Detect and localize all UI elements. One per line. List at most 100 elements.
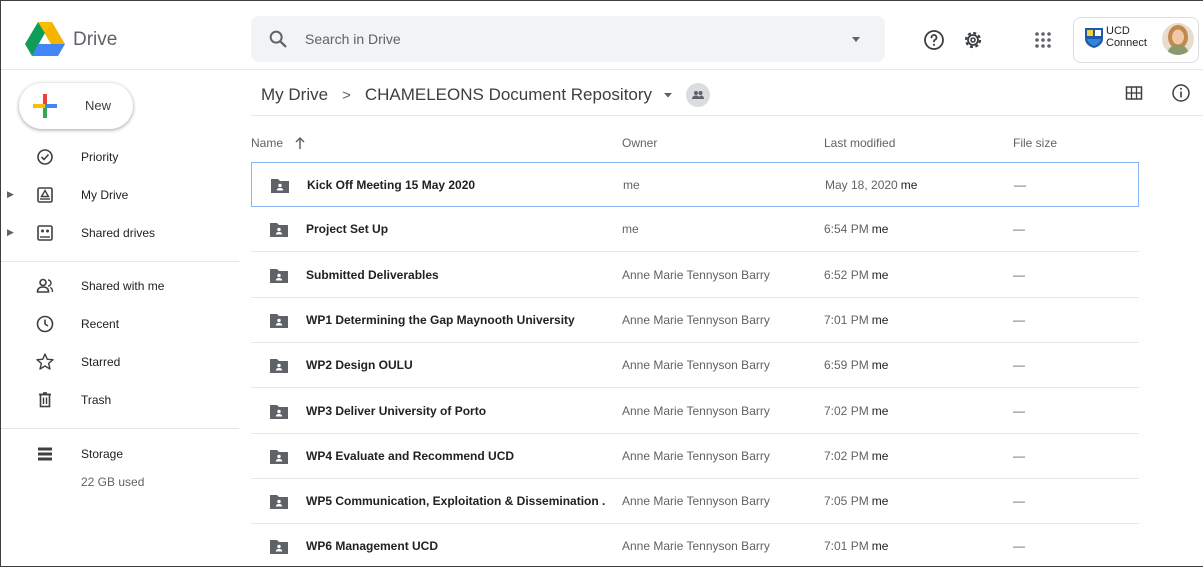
search-bar[interactable] [251,16,885,62]
shared-drives-icon [37,225,53,241]
file-size: — [1013,494,1025,508]
modified-date: 7:01 PM [824,539,869,553]
new-button[interactable]: New [19,83,133,129]
file-last-modified: 7:02 PM me [824,449,888,463]
file-owner: Anne Marie Tennyson Barry [622,404,770,418]
sort-ascending-arrow-icon[interactable] [294,136,306,150]
folder-menu-caret-icon[interactable] [662,89,674,101]
search-icon[interactable] [267,28,289,50]
column-header-name[interactable]: Name [251,136,306,150]
search-input[interactable] [305,16,825,62]
modified-by: me [871,313,889,327]
sidebar-item-storage[interactable]: Storage [1,438,241,470]
modified-by: me [871,222,889,236]
shared-folder-icon [270,359,288,373]
settings-gear-icon[interactable] [961,28,985,52]
table-row[interactable]: WP6 Management UCD Anne Marie Tennyson Ba… [251,524,1139,566]
ucd-crest-icon [1085,28,1103,48]
file-name[interactable]: WP5 Communication, Exploitation & Dissem… [306,494,606,508]
sidebar-item-recent[interactable]: Recent [1,308,241,340]
storage-used-text: 22 GB used [81,475,145,489]
apps-grid-icon[interactable] [1031,28,1055,52]
file-name[interactable]: Project Set Up [306,222,606,236]
modified-date: 7:02 PM [824,404,869,418]
file-owner: Anne Marie Tennyson Barry [622,358,770,372]
shared-folder-icon [270,450,288,464]
shared-folder-icon [270,269,288,283]
column-header-owner[interactable]: Owner [622,136,657,150]
expand-arrow-icon[interactable]: ▶ [7,227,14,238]
user-avatar[interactable] [1162,23,1194,55]
file-name[interactable]: WP3 Deliver University of Porto [306,404,606,418]
table-row[interactable]: WP2 Design OULU Anne Marie Tennyson Barry… [251,343,1139,388]
file-owner: Anne Marie Tennyson Barry [622,449,770,463]
modified-by: me [871,449,889,463]
sidebar-item-label: Priority [81,150,119,164]
modified-date: 7:02 PM [824,449,869,463]
file-name[interactable]: WP4 Evaluate and Recommend UCD [306,449,606,463]
table-row[interactable]: WP5 Communication, Exploitation & Dissem… [251,479,1139,524]
modified-by: me [900,178,918,192]
file-size: — [1013,539,1025,553]
account-switcher[interactable]: UCD Connect [1073,17,1199,63]
header-divider [1,69,1203,70]
file-size: — [1013,404,1025,418]
sidebar-item-priority[interactable]: Priority [1,141,241,173]
modified-by: me [871,494,889,508]
table-row[interactable]: WP4 Evaluate and Recommend UCD Anne Marie… [251,434,1139,479]
file-owner: me [623,178,640,192]
app-header: Drive Search in Drive UCD Connect [1,1,1203,77]
file-last-modified: 6:59 PM me [824,358,888,372]
sidebar-divider [1,261,239,262]
modified-date: 6:54 PM [824,222,869,236]
file-size: — [1013,358,1025,372]
grid-view-icon[interactable] [1124,83,1144,103]
table-row[interactable]: WP3 Deliver University of Porto Anne Mari… [251,389,1139,434]
table-row[interactable]: Project Set Up me 6:54 PM me — [251,207,1139,252]
file-last-modified: 7:01 PM me [824,539,888,553]
expand-arrow-icon[interactable]: ▶ [7,189,14,200]
file-size: — [1014,178,1026,192]
sidebar-item-trash[interactable]: Trash [1,384,241,416]
table-row[interactable]: Submitted Deliverables Anne Marie Tennyso… [251,253,1139,298]
drive-window: Drive Search in Drive UCD Connect New Pr… [0,0,1203,567]
file-name[interactable]: WP6 Management UCD [306,539,606,553]
sidebar-item-my-drive[interactable]: ▶ My Drive [1,179,241,211]
file-last-modified: 7:02 PM me [824,404,888,418]
table-row[interactable]: WP1 Determining the Gap Maynooth Univers… [251,298,1139,343]
modified-date: 6:52 PM [824,268,869,282]
app-brand[interactable]: Drive [73,29,117,51]
file-name[interactable]: WP2 Design OULU [306,358,606,372]
org-name-line1: UCD [1106,25,1130,37]
shared-folder-icon [270,495,288,509]
shared-folder-icon [270,540,288,554]
help-icon[interactable] [922,28,946,52]
sidebar-item-label: Recent [81,317,120,331]
sidebar-item-shared-with-me[interactable]: Shared with me [1,270,241,302]
file-name[interactable]: WP1 Determining the Gap Maynooth Univers… [306,313,606,327]
sidebar-item-label: Shared drives [81,226,156,240]
breadcrumb-current[interactable]: CHAMELEONS Document Repository [365,85,652,105]
shared-folder-people-icon[interactable] [686,83,711,107]
sidebar-item-starred[interactable]: Starred [1,346,241,378]
file-last-modified: 6:54 PM me [824,222,888,236]
details-info-icon[interactable] [1171,83,1191,103]
sidebar-item-label: My Drive [81,188,129,202]
file-name[interactable]: Kick Off Meeting 15 May 2020 [307,178,607,192]
drive-logo-icon[interactable] [25,21,65,57]
sidebar-item-shared-drives[interactable]: ▶ Shared drives [1,217,241,249]
file-name[interactable]: Submitted Deliverables [306,268,606,282]
sidebar-item-label: Shared with me [81,279,165,293]
file-size: — [1013,268,1025,282]
table-row[interactable]: Kick Off Meeting 15 May 2020 me May 18, 20… [251,162,1139,207]
org-name: UCD Connect [1106,25,1147,49]
column-header-last-modified[interactable]: Last modified [824,136,895,150]
breadcrumb-root[interactable]: My Drive [261,85,328,105]
column-header-name-label: Name [251,136,284,150]
breadcrumb-separator: > [342,86,351,104]
priority-check-icon [37,149,53,165]
file-last-modified: 7:01 PM me [824,313,888,327]
new-plus-icon [33,94,57,118]
search-options-caret-icon[interactable] [847,30,865,48]
column-header-file-size[interactable]: File size [1013,136,1057,150]
